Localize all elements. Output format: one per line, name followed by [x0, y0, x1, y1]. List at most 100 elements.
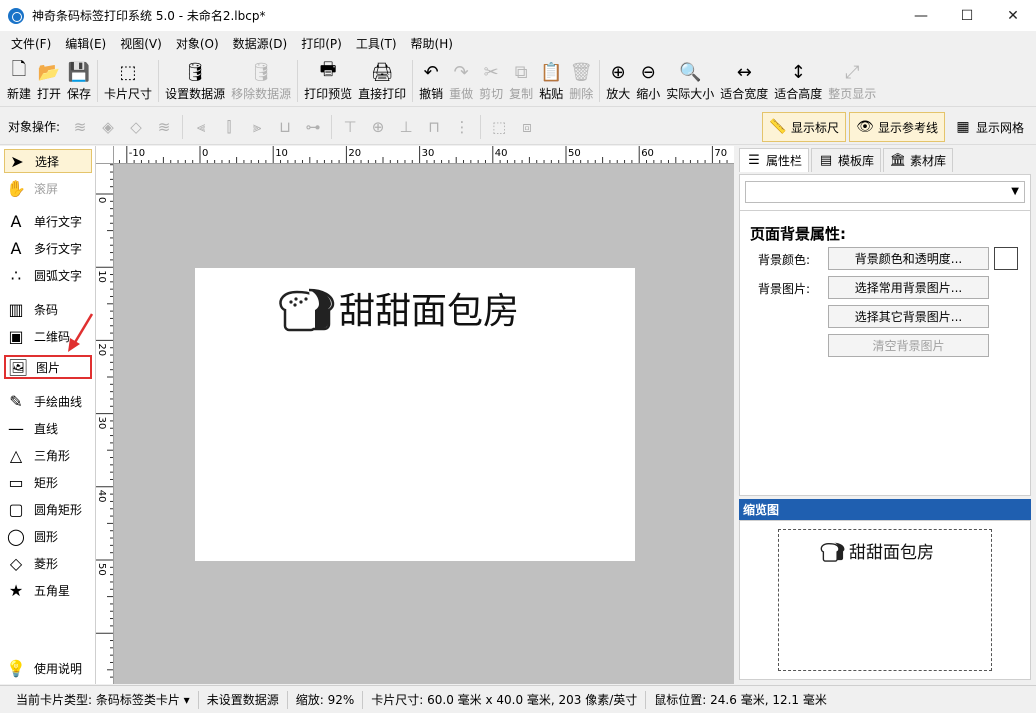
toolbar-label: 重做	[449, 87, 474, 101]
toolbar-button-9[interactable]: ↷ 重做	[446, 57, 476, 105]
property-panel: ▼ 页面背景属性: 背景颜色: 背景颜色和透明度... 背景图片: 选择常用背景…	[739, 174, 1031, 496]
tab-label: 素材库	[910, 154, 947, 168]
toolbar-button-7[interactable]: 🖨 直接打印	[355, 57, 409, 105]
minimize-button[interactable]: —	[898, 0, 944, 31]
tool-rounded-rectangle[interactable]: ▢ 圆角矩形	[4, 497, 92, 521]
paste-icon: 📋	[539, 61, 563, 83]
tool-pointer[interactable]: ➤ 选择	[4, 149, 92, 173]
menu-item-1[interactable]: 编辑(E)	[58, 33, 113, 55]
toolbar-label: 设置数据源	[165, 87, 226, 101]
align-bottom-icon[interactable]: ⊥	[394, 115, 418, 139]
new-file-icon: 🗋	[11, 59, 27, 80]
tool-pen[interactable]: ✎ 手绘曲线	[4, 389, 92, 413]
select-other-bg-button[interactable]: 选择其它背景图片...	[828, 305, 989, 328]
clear-bg-button[interactable]: 清空背景图片	[828, 334, 989, 357]
toolbar-button-14[interactable]: ⊕ 放大	[603, 57, 633, 105]
tool-label: 矩形	[34, 475, 59, 490]
menu-item-4[interactable]: 数据源(D)	[226, 33, 295, 55]
zoom-in-icon: ⊕	[610, 61, 626, 83]
close-button[interactable]: ✕	[990, 0, 1036, 31]
align-center-icon[interactable]: ⫿	[217, 115, 241, 139]
select-common-bg-button[interactable]: 选择常用背景图片...	[828, 276, 989, 299]
toolbar-label: 保存	[67, 87, 92, 101]
tool-multi-line-text[interactable]: A 多行文字	[4, 236, 92, 260]
toolbar-button-4[interactable]: 🛢 设置数据源	[162, 57, 228, 105]
toolbar-button-15[interactable]: ⊖ 缩小	[633, 57, 663, 105]
undo-icon: ↶	[423, 61, 439, 83]
space-vertical-icon[interactable]: ⋮	[450, 115, 474, 139]
tab-bank[interactable]: 🏛 素材库	[883, 148, 954, 172]
menu-item-3[interactable]: 对象(O)	[169, 33, 226, 55]
toolbar-button-16[interactable]: 🔍 实际大小	[663, 57, 717, 105]
distribute-horizontal-icon[interactable]: ⊔	[273, 115, 297, 139]
tool-single-line-text[interactable]: A 单行文字	[4, 209, 92, 233]
toggle-ruler[interactable]: 📏 显示标尺	[761, 112, 846, 142]
card-text-object[interactable]: 甜甜面包房	[277, 282, 519, 334]
tool-lightbulb[interactable]: 💡 使用说明	[4, 656, 92, 680]
tool-label: 菱形	[34, 556, 59, 571]
group-icon[interactable]: ⬚	[487, 115, 511, 139]
bring-forward-icon[interactable]: ◈	[96, 115, 120, 139]
toolbar-button-18[interactable]: ↕ 适合高度	[771, 57, 825, 105]
toolbar-button-2[interactable]: 💾 保存	[64, 57, 94, 105]
menu-item-5[interactable]: 打印(P)	[294, 33, 349, 55]
preview-card[interactable]: 甜甜面包房	[778, 529, 992, 671]
tab-template[interactable]: ▤ 模板库	[811, 148, 882, 172]
space-horizontal-icon[interactable]: ⊶	[301, 115, 325, 139]
app-window: 神奇条码标签打印系统 5.0 - 未命名2.lbcp* — ☐ ✕ 文件(F) 编…	[0, 0, 1036, 713]
tool-label: 五角星	[34, 583, 71, 598]
toolbar-button-6[interactable]: 🖶 打印预览	[301, 57, 355, 105]
tool-hand[interactable]: ✋ 滚屏	[4, 176, 92, 200]
bg-color-swatch[interactable]	[994, 247, 1018, 270]
menu-item-2[interactable]: 视图(V)	[113, 33, 169, 55]
tab-label: 模板库	[838, 154, 875, 168]
toolbar-button-1[interactable]: 📂 打开	[34, 57, 64, 105]
menu-item-6[interactable]: 工具(T)	[349, 33, 404, 55]
align-middle-icon[interactable]: ⊕	[366, 115, 390, 139]
toolbar-button-17[interactable]: ↔ 适合宽度	[717, 57, 771, 105]
toolbar-button-0[interactable]: 🗋 新建	[4, 57, 34, 105]
ruler-corner	[96, 146, 114, 164]
send-backward-icon[interactable]: ◇	[124, 115, 148, 139]
menu-item-0[interactable]: 文件(F)	[4, 33, 58, 55]
toggle-eye[interactable]: 👁 显示参考线	[848, 112, 945, 142]
tool-triangle[interactable]: △ 三角形	[4, 443, 92, 467]
toolbar-button-12[interactable]: 📋 粘贴	[536, 57, 566, 105]
maximize-button[interactable]: ☐	[944, 0, 990, 31]
bg-color-button[interactable]: 背景颜色和透明度...	[828, 247, 989, 270]
tool-label: 三角形	[34, 448, 71, 463]
toolbar-button-10[interactable]: ✂ 剪切	[476, 57, 506, 105]
tab-label: 属性栏	[766, 154, 803, 168]
toggle-grid[interactable]: ▦ 显示网格	[948, 112, 1030, 142]
preview-panel: 甜甜面包房	[739, 520, 1031, 680]
toolbar-button-8[interactable]: ↶ 撤销	[416, 57, 446, 105]
ungroup-icon[interactable]: ⧈	[515, 115, 539, 139]
barcode-icon: ▥	[8, 299, 24, 319]
toolbar-button-13[interactable]: 🗑 删除	[566, 57, 596, 105]
tool-image[interactable]: 🖼 图片	[4, 355, 92, 379]
align-left-icon[interactable]: ⫷	[189, 115, 213, 139]
align-right-icon[interactable]: ⫸	[245, 115, 269, 139]
design-canvas[interactable]: 甜甜面包房	[114, 164, 734, 684]
tab-list[interactable]: ☰ 属性栏	[739, 148, 810, 172]
ruler-h-label: 70	[714, 148, 727, 159]
tool-diamond[interactable]: ◇ 菱形	[4, 551, 92, 575]
tool-star[interactable]: ★ 五角星	[4, 578, 92, 602]
card-title-text[interactable]: 甜甜面包房	[339, 282, 519, 334]
toggle-label: 显示参考线	[877, 120, 938, 135]
stack-front-icon[interactable]: ≋	[68, 115, 92, 139]
distribute-vertical-icon[interactable]: ⊓	[422, 115, 446, 139]
toolbar-button-11[interactable]: ⧉ 复制	[506, 57, 536, 105]
align-top-icon[interactable]: ⊤	[338, 115, 362, 139]
tool-rectangle[interactable]: ▭ 矩形	[4, 470, 92, 494]
object-selector-combo[interactable]: ▼	[745, 181, 1025, 203]
tool-ellipse[interactable]: ◯ 圆形	[4, 524, 92, 548]
tool-arc-text[interactable]: ∴ 圆弧文字	[4, 263, 92, 287]
label-card[interactable]: 甜甜面包房	[195, 268, 635, 561]
toolbar-button-3[interactable]: ⬚ 卡片尺寸	[101, 57, 155, 105]
tool-line[interactable]: — 直线	[4, 416, 92, 440]
send-back-icon[interactable]: ≋	[152, 115, 176, 139]
toolbar-button-19[interactable]: ⤢ 整页显示	[825, 57, 879, 105]
menu-item-7[interactable]: 帮助(H)	[404, 33, 460, 55]
toolbar-button-5[interactable]: 🛢 移除数据源	[228, 57, 294, 105]
